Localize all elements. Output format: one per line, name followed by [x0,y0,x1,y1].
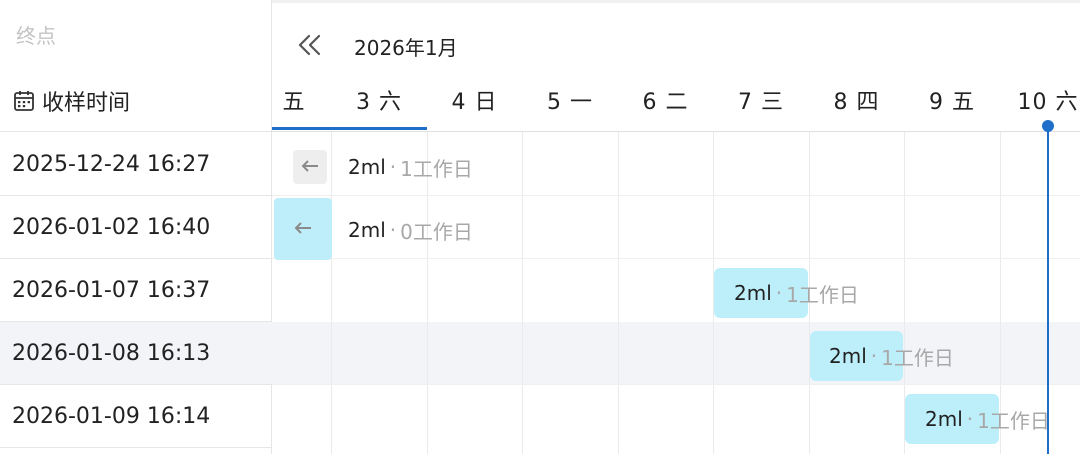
task-duration: 1工作日 [400,156,473,181]
column-header[interactable]: 收样时间 [0,70,272,132]
task-label: 2ml · 1工作日 [925,404,1050,434]
task-label: 2ml · 0工作日 [348,215,473,245]
sample-time: 2026-01-09 16:14 [12,403,211,429]
task-separator: · [966,407,974,431]
day-header-cell: 9 五 [929,90,975,115]
day-header-cell: 3 六 [356,90,402,115]
table-row[interactable]: 2026-01-07 16:37 [0,259,272,322]
table-row[interactable]: 2026-01-08 16:13 [0,322,272,385]
task-volume: 2ml [925,407,963,431]
day-header-cell: 五 [282,90,306,115]
task-duration: 1工作日 [786,282,859,307]
arrow-left-icon [293,220,313,239]
task-label: 2ml · 1工作日 [734,278,859,308]
endpoint-label: 终点 [16,24,56,48]
task-volume: 2ml [348,218,386,242]
gantt-view: 终点 收样时间 2025-12-24 16:27 2026-01-02 16:4… [0,0,1080,454]
sample-time: 2026-01-08 16:13 [12,340,211,366]
grid-line [331,132,332,454]
task-separator: · [870,344,878,368]
task-duration: 0工作日 [400,219,473,244]
today-marker-dot [1042,120,1054,132]
day-header-cell: 7 三 [738,90,784,115]
month-label: 2026年1月 [354,36,458,60]
task-label: 2ml · 1工作日 [348,152,473,182]
day-header-cell: 10 六 [1017,90,1079,115]
row-divider [272,384,1080,385]
today-marker-line [1047,126,1049,454]
task-duration: 1工作日 [977,408,1050,433]
day-header-cell: 6 二 [642,90,689,115]
day-header: 五 3 六 4 日 5 一 6 二 7 三 8 四 9 五 10 六 [272,70,1080,132]
divider [272,0,1080,3]
sample-time: 2025-12-24 16:27 [12,151,211,177]
row-divider [272,195,1080,196]
task-separator: · [775,281,783,305]
task-duration: 1工作日 [881,345,954,370]
day-header-cell: 4 日 [451,90,498,115]
scroll-to-task-button[interactable] [293,150,327,184]
task-separator: · [389,218,397,242]
task-volume: 2ml [734,281,772,305]
task-volume: 2ml [348,155,386,179]
selected-day-underline [272,127,427,130]
task-separator: · [389,155,397,179]
table-row[interactable]: 2026-01-02 16:40 [0,196,272,259]
sample-time: 2026-01-02 16:40 [12,214,211,240]
sample-time: 2026-01-07 16:37 [12,277,211,303]
row-divider [272,258,1080,259]
double-chevron-left-icon[interactable] [296,30,324,60]
row-highlight [272,322,1080,385]
gantt-timeline: 2026年1月 五 3 六 4 日 5 一 6 二 7 三 8 四 9 五 10… [272,0,1080,454]
calendar-icon [12,89,36,113]
grid-line [522,132,523,454]
table-row[interactable]: 2026-01-09 16:14 [0,385,272,448]
task-volume: 2ml [829,344,867,368]
table-row[interactable]: 2025-12-24 16:27 [0,133,272,196]
left-table: 终点 收样时间 2025-12-24 16:27 2026-01-02 16:4… [0,0,272,454]
day-header-cell: 5 一 [547,90,593,115]
arrow-left-icon [300,158,320,177]
task-label: 2ml · 1工作日 [829,341,954,371]
day-header-cell: 8 四 [833,90,880,115]
grid-line [618,132,619,454]
scroll-to-task-button[interactable] [274,198,332,260]
column-header-label: 收样时间 [42,90,131,116]
